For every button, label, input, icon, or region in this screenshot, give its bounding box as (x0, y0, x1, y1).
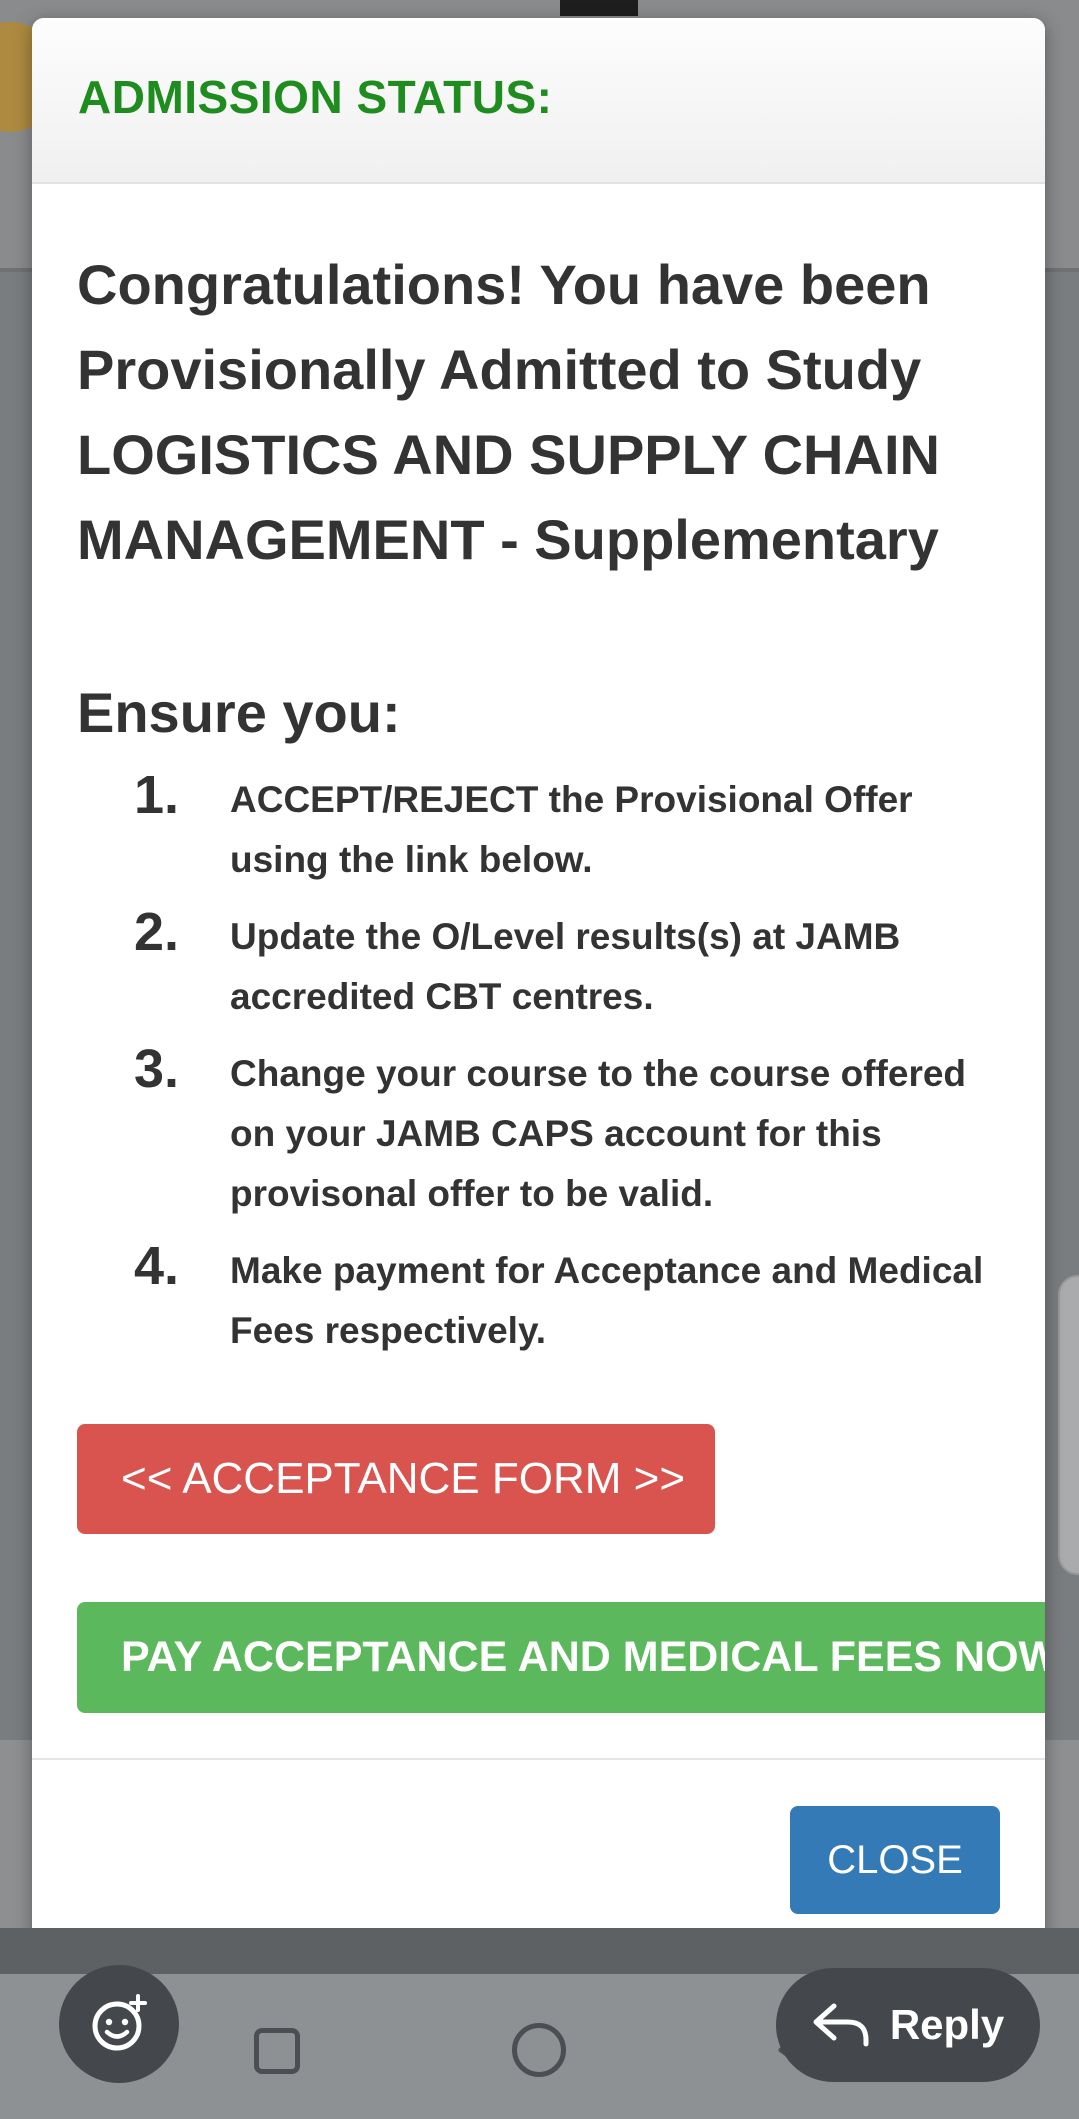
background-status-notch (560, 0, 638, 16)
instruction-number: 1. (134, 765, 180, 825)
instruction-number: 2. (134, 902, 180, 962)
instruction-item: 4. Make payment for Acceptance and Medic… (134, 1236, 1014, 1361)
acceptance-form-button[interactable]: << ACCEPTANCE FORM >> (77, 1424, 715, 1534)
close-button[interactable]: CLOSE (790, 1806, 1000, 1914)
reply-arrow-icon (813, 2003, 869, 2047)
reply-label: Reply (889, 2001, 1005, 2048)
instruction-item: 2. Update the O/Level results(s) at JAMB… (134, 902, 1014, 1027)
admission-message: Congratulations! You have been Provision… (77, 253, 940, 571)
modal-footer-divider (32, 1758, 1045, 1760)
background-side-handle (1058, 1275, 1079, 1575)
instruction-number: 4. (134, 1236, 180, 1296)
modal-header: ADMISSION STATUS: (32, 18, 1045, 184)
emoji-add-button[interactable] (59, 1965, 179, 2083)
ensure-heading: Ensure you: (77, 681, 401, 744)
instruction-text: Change your course to the course offered… (230, 1053, 967, 1214)
instruction-item: 1. ACCEPT/REJECT the Provisional Offer u… (134, 765, 1014, 890)
emoji-add-icon (92, 1994, 147, 2051)
modal-title: ADMISSION STATUS: (78, 71, 553, 123)
recents-square-icon[interactable] (254, 2028, 300, 2074)
instruction-text: Update the O/Level results(s) at JAMB ac… (230, 916, 901, 1017)
home-circle-icon[interactable] (512, 2023, 566, 2077)
reply-button[interactable]: Reply (776, 1968, 1040, 2082)
admission-status-modal: ADMISSION STATUS: Congratulations! You h… (32, 18, 1045, 1958)
instruction-item: 3. Change your course to the course offe… (134, 1039, 1014, 1224)
instruction-number: 3. (134, 1039, 180, 1099)
instruction-text: Make payment for Acceptance and Medical … (230, 1250, 984, 1351)
pay-fees-button[interactable]: PAY ACCEPTANCE AND MEDICAL FEES NOW > (77, 1602, 1045, 1713)
instructions-list: 1. ACCEPT/REJECT the Provisional Offer u… (134, 765, 1014, 1378)
instruction-text: ACCEPT/REJECT the Provisional Offer usin… (230, 779, 913, 880)
